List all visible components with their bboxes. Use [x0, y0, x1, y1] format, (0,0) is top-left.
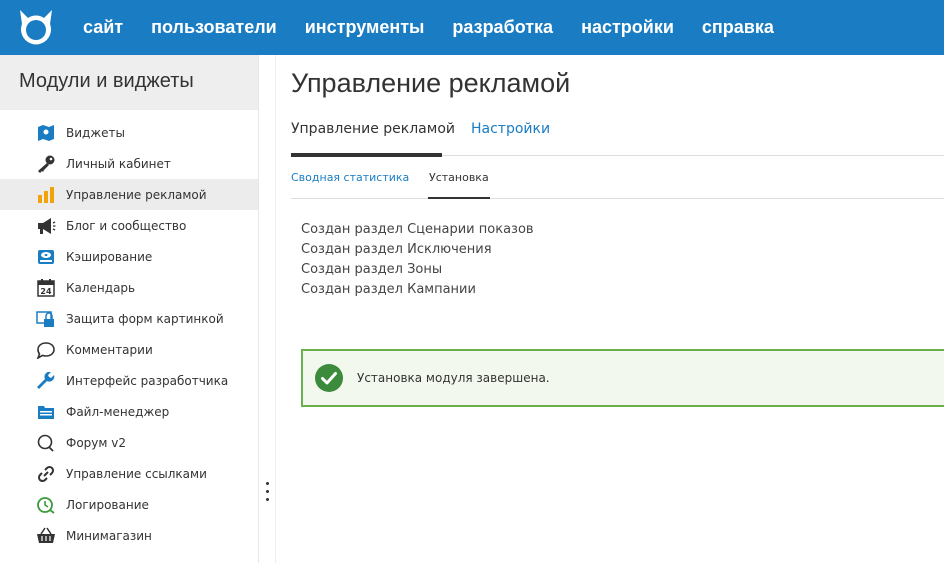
sidebar-item-label: Интерфейс разработчика: [66, 373, 229, 388]
sidebar-item-dev-interface[interactable]: Интерфейс разработчика: [0, 365, 258, 396]
calendar-icon: 24: [36, 278, 56, 298]
map-icon: [36, 123, 56, 143]
success-alert: Установка модуля завершена.: [301, 349, 944, 407]
log-line: Создан раздел Сценарии показов: [301, 222, 534, 237]
success-message: Установка модуля завершена.: [357, 371, 550, 385]
nav-site[interactable]: сайт: [69, 0, 137, 55]
speech-bubble-icon: [36, 340, 56, 360]
forum-bubble-icon: [36, 433, 56, 453]
sidebar-item-label: Минимагазин: [66, 528, 152, 543]
subtab-installation[interactable]: Установка: [428, 168, 490, 199]
sidebar-item-label: Форум v2: [66, 435, 126, 450]
sidebar-resize-handle[interactable]: [264, 482, 270, 508]
log-line: Создан раздел Зоны: [301, 262, 443, 277]
sidebar-list: Виджеты Личный кабинет Управление реклам…: [0, 117, 258, 551]
sidebar-item-minishop[interactable]: Минимагазин: [0, 520, 258, 551]
sidebar-title: Модули и виджеты: [0, 55, 258, 110]
captcha-lock-icon: [36, 309, 56, 329]
log-line: Создан раздел Кампании: [301, 282, 476, 297]
basket-icon: [36, 526, 56, 546]
sidebar-item-blog[interactable]: Блог и сообщество: [0, 210, 258, 241]
logo-icon[interactable]: [16, 8, 56, 46]
nav-development[interactable]: разработка: [438, 0, 567, 55]
sidebar-item-label: Комментарии: [66, 342, 153, 357]
sidebar-item-label: Защита форм картинкой: [66, 311, 224, 326]
sidebar-item-account[interactable]: Личный кабинет: [0, 148, 258, 179]
sidebar: Модули и виджеты Виджеты Личный кабинет …: [0, 55, 259, 563]
sidebar-item-file-manager[interactable]: Файл-менеджер: [0, 396, 258, 427]
page-title: Управление рекламой: [291, 68, 571, 98]
sidebar-item-label: Блог и сообщество: [66, 218, 187, 233]
tab-ad-management[interactable]: Управление рекламой: [291, 118, 455, 157]
log-line: Создан раздел Исключения: [301, 242, 492, 257]
nav-settings[interactable]: настройки: [567, 0, 688, 55]
sidebar-item-label: Календарь: [66, 280, 136, 295]
sidebar-item-caching[interactable]: Кэширование: [0, 241, 258, 272]
main-content: Управление рекламой Управление рекламой …: [276, 55, 944, 563]
nav-tools[interactable]: инструменты: [291, 0, 439, 55]
sidebar-item-label: Личный кабинет: [66, 156, 171, 171]
sidebar-item-label: Управление ссылками: [66, 466, 207, 481]
main-menu: сайт пользователи инструменты разработка…: [69, 0, 788, 55]
folder-icon: [36, 402, 56, 422]
sidebar-item-widgets[interactable]: Виджеты: [0, 117, 258, 148]
install-log: Создан раздел Сценарии показов Создан ра…: [301, 220, 534, 300]
sidebar-item-logging[interactable]: Логирование: [0, 489, 258, 520]
sidebar-item-label: Виджеты: [66, 125, 125, 140]
key-icon: [36, 154, 56, 174]
megaphone-icon: [36, 216, 56, 236]
sidebar-item-label: Управление рекламой: [66, 187, 207, 202]
tab-settings[interactable]: Настройки: [471, 118, 550, 156]
sidebar-item-links[interactable]: Управление ссылками: [0, 458, 258, 489]
sidebar-item-label: Логирование: [66, 497, 149, 512]
sidebar-item-label: Кэширование: [66, 249, 153, 264]
wrench-icon: [36, 371, 56, 391]
top-navigation-bar: сайт пользователи инструменты разработка…: [0, 0, 944, 55]
hard-drive-icon: [36, 247, 56, 267]
bar-chart-icon: [36, 185, 56, 205]
sidebar-item-ads[interactable]: Управление рекламой: [0, 179, 258, 210]
sidebar-item-captcha[interactable]: Защита форм картинкой: [0, 303, 258, 334]
sidebar-item-forum[interactable]: Форум v2: [0, 427, 258, 458]
check-circle-icon: [315, 364, 343, 392]
sidebar-item-comments[interactable]: Комментарии: [0, 334, 258, 365]
sidebar-item-label: Файл-менеджер: [66, 404, 170, 419]
subtab-summary-stats[interactable]: Сводная статистика: [291, 168, 409, 188]
svg-text:24: 24: [40, 287, 52, 296]
nav-help[interactable]: справка: [688, 0, 788, 55]
log-clock-icon: [36, 495, 56, 515]
nav-users[interactable]: пользователи: [137, 0, 291, 55]
tabs: Управление рекламой Настройки: [291, 118, 944, 157]
link-icon: [36, 464, 56, 484]
subtabs: Сводная статистика Установка: [291, 168, 944, 199]
sidebar-item-calendar[interactable]: 24 Календарь: [0, 272, 258, 303]
